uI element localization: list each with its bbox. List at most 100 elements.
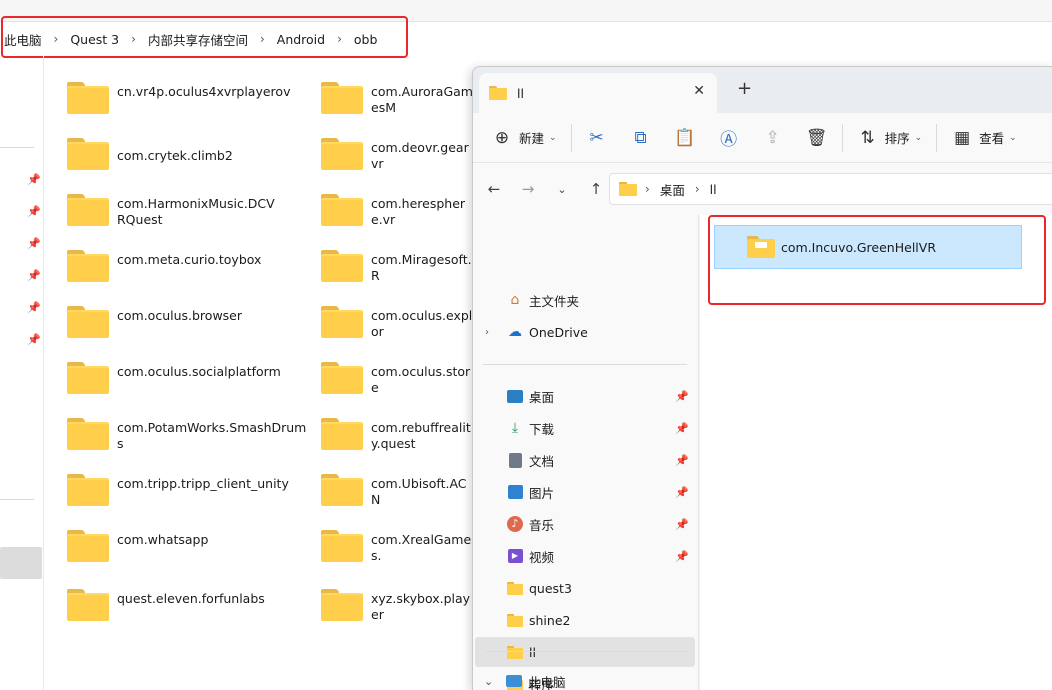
list-item[interactable]: com.whatsapp	[67, 526, 309, 572]
nav-item-quest3[interactable]: quest3	[475, 573, 695, 603]
new-tab-button[interactable]: +	[737, 80, 752, 98]
cut-button[interactable]: ✂	[586, 123, 608, 153]
tab-title: ll	[517, 85, 524, 101]
tab-ll[interactable]: ll ✕	[479, 73, 717, 113]
folder-icon	[321, 82, 363, 114]
list-item[interactable]: com.rebuffreality.quest	[321, 414, 475, 460]
nav-item-downloads[interactable]: ⤓ 下载 📌	[475, 413, 695, 443]
pin-icon[interactable]: 📌	[675, 390, 689, 403]
list-item[interactable]: com.heresphere.vr	[321, 190, 475, 236]
folder-icon	[321, 138, 363, 170]
delete-button[interactable]: 🗑	[806, 123, 828, 153]
chevron-right-icon[interactable]: ›	[695, 182, 700, 196]
chevron-down-icon[interactable]: ⌄	[484, 675, 493, 688]
scissors-icon: ✂	[589, 127, 604, 148]
command-bar: ⊕ 新建 ⌄ ✂ ⧉ 📋 Ⓐ ⇪ 🗑 ⇅ 排序 ⌄ ▦ 查看 ⌄	[473, 113, 1052, 163]
nav-item-documents[interactable]: 文档 📌	[475, 445, 695, 475]
nav-item-desktop[interactable]: 桌面 📌	[475, 381, 695, 411]
list-item[interactable]: com.PotamWorks.SmashDrums	[67, 414, 309, 460]
list-item[interactable]: com.HarmonixMusic.DCVRQuest	[67, 190, 277, 236]
paste-button[interactable]: 📋	[674, 123, 696, 153]
file-list: com.Incuvo.GreenHellVR	[700, 215, 1052, 690]
list-item[interactable]: cn.vr4p.oculus4xvrplayerov	[67, 78, 309, 124]
up-arrow-icon[interactable]: ↑	[579, 180, 613, 198]
pin-icon[interactable]: 📌	[675, 454, 689, 467]
home-icon: ⌂	[510, 292, 520, 308]
breadcrumb-desktop[interactable]: 桌面	[660, 180, 685, 199]
address-bar[interactable]: › 桌面 › ll	[609, 173, 1052, 205]
background-sidebar: 📌 📌 📌 📌 📌 📌	[0, 56, 44, 690]
list-item[interactable]: com.oculus.store	[321, 358, 475, 404]
desktop-icon	[505, 387, 525, 405]
folder-icon	[619, 182, 637, 196]
download-icon: ⤓	[511, 420, 519, 436]
folder-icon	[67, 362, 109, 394]
divider	[0, 147, 34, 148]
folder-icon	[321, 418, 363, 450]
pictures-icon	[505, 483, 525, 501]
forward-arrow-icon[interactable]: →	[511, 180, 545, 198]
share-icon: ⇪	[765, 127, 780, 148]
list-item[interactable]: com.oculus.socialplatform	[67, 358, 309, 404]
divider	[936, 123, 938, 152]
view-button[interactable]: ▦ 查看 ⌄	[951, 123, 1017, 153]
folder-icon	[321, 362, 363, 394]
chevron-right-icon[interactable]: ›	[485, 327, 489, 338]
folder-icon	[505, 643, 525, 661]
rename-button[interactable]: Ⓐ	[718, 123, 740, 153]
list-item[interactable]: com.tripp.tripp_client_unity	[67, 470, 309, 516]
list-item[interactable]: quest.eleven.forfunlabs	[67, 585, 309, 631]
list-item[interactable]: com.Miragesoft.R	[321, 246, 475, 292]
divider	[483, 364, 687, 365]
highlight-box-breadcrumb	[1, 16, 408, 58]
list-item[interactable]: com.oculus.browser	[67, 302, 309, 348]
chevron-right-icon[interactable]: ›	[645, 182, 650, 196]
folder-icon	[67, 530, 109, 562]
folder-icon	[505, 611, 525, 629]
chevron-down-icon[interactable]: ⌄	[545, 183, 579, 196]
trash-icon: 🗑	[805, 127, 828, 148]
list-item[interactable]: com.XrealGames.	[321, 526, 475, 572]
nav-item-pictures[interactable]: 图片 📌	[475, 477, 695, 507]
sort-button[interactable]: ⇅ 排序 ⌄	[857, 123, 922, 153]
share-button[interactable]: ⇪	[762, 123, 784, 153]
list-item[interactable]: com.deovr.gearvr	[321, 134, 475, 180]
list-item[interactable]: com.meta.curio.toybox	[67, 246, 309, 292]
nav-item-music[interactable]: ♪ 音乐 📌	[475, 509, 695, 539]
new-button[interactable]: ⊕ 新建 ⌄	[491, 123, 557, 153]
computer-icon	[504, 672, 524, 690]
pin-icon: 📌	[27, 173, 41, 186]
nav-item-this-pc[interactable]: ⌄ 此电脑	[474, 666, 694, 690]
folder-icon	[321, 194, 363, 226]
pin-icon[interactable]: 📌	[675, 550, 689, 563]
sort-icon: ⇅	[860, 127, 875, 148]
list-item[interactable]: com.crytek.climb2	[67, 134, 309, 180]
grid-icon: ▦	[954, 127, 971, 148]
folder-icon	[321, 530, 363, 562]
close-icon[interactable]: ✕	[693, 83, 705, 99]
pin-icon[interactable]: 📌	[675, 422, 689, 435]
nav-item-ll[interactable]: ll	[475, 637, 695, 667]
pin-icon[interactable]: 📌	[675, 486, 689, 499]
sidebar-selected-item[interactable]	[0, 547, 42, 579]
nav-item-videos[interactable]: ▶ 视频 📌	[475, 541, 695, 571]
highlight-box-content	[708, 215, 1046, 305]
nav-item-onedrive[interactable]: › ☁ OneDrive	[475, 317, 695, 347]
folder-icon	[67, 418, 109, 450]
folder-icon	[505, 579, 525, 597]
pin-icon: 📌	[27, 237, 41, 250]
nav-item-shine2[interactable]: shine2	[475, 605, 695, 635]
cloud-icon: ☁	[508, 324, 522, 340]
list-item[interactable]: com.oculus.explor	[321, 302, 475, 348]
folder-icon	[321, 250, 363, 282]
list-item[interactable]: com.Ubisoft.ACN	[321, 470, 475, 516]
back-arrow-icon[interactable]: ←	[477, 180, 511, 198]
nav-item-home[interactable]: ⌂ 主文件夹	[475, 285, 695, 315]
copy-button[interactable]: ⧉	[630, 123, 652, 153]
pin-icon[interactable]: 📌	[675, 518, 689, 531]
folder-icon	[67, 589, 109, 621]
list-item[interactable]: xyz.skybox.player	[321, 585, 475, 631]
list-item[interactable]: com.AuroraGamesM	[321, 78, 475, 124]
folder-icon	[67, 82, 109, 114]
breadcrumb-ll[interactable]: ll	[710, 182, 717, 197]
